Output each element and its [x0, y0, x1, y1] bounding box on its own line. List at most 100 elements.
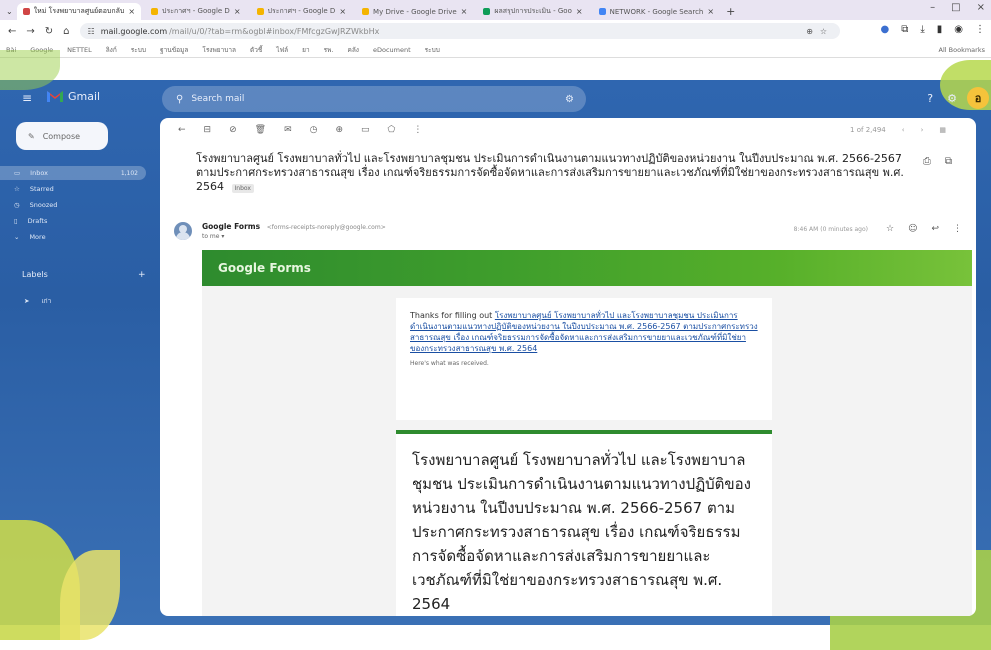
browser-toolbar-icons: ● ⧉ ⤓ ▮ ◉ ⋮: [880, 24, 985, 35]
more-vert-icon[interactable]: ⋮: [413, 125, 422, 135]
mail-toolbar: ← ⊟ ⊘ 🗑 ✉ ◷ ⊕ ▭ ⬠ ⋮ 1 of 2,494 ‹ › ▦: [160, 118, 976, 142]
move-to-icon[interactable]: ▭: [361, 125, 370, 135]
profile-dot-icon[interactable]: ●: [880, 24, 889, 35]
search-icon[interactable]: ⚲: [176, 94, 183, 105]
print-icon[interactable]: ⎙: [923, 156, 931, 167]
bookmark-item[interactable]: ระบบ: [425, 45, 440, 55]
tab-sheets[interactable]: ผลสรุปการประเมิน - Goo ×: [477, 3, 588, 20]
tab-search[interactable]: NETWORK - Google Search ×: [593, 3, 720, 20]
label-name: เก่า: [41, 297, 52, 305]
add-label-button[interactable]: +: [138, 270, 146, 280]
report-spam-icon[interactable]: ⊘: [229, 125, 237, 135]
new-tab-button[interactable]: +: [726, 5, 735, 20]
sidebar-item-label: Drafts: [27, 217, 48, 225]
url-field[interactable]: ☷ mail.google.com /mail/u/0/?tab=rm&ogbl…: [79, 23, 840, 39]
open-new-window-icon[interactable]: ⧉: [945, 156, 952, 167]
forward-icon[interactable]: →: [26, 26, 34, 37]
settings-icon[interactable]: ⚙: [947, 92, 957, 105]
bookmark-item[interactable]: ฐานข้อมูล: [160, 45, 188, 55]
all-bookmarks[interactable]: All Bookmarks: [939, 46, 985, 54]
sidebar-item-label: More: [29, 233, 46, 241]
url-host: mail.google.com: [100, 26, 168, 36]
download-icon[interactable]: ⤓: [920, 24, 924, 35]
unread-count: 1,102: [120, 169, 138, 177]
bookmark-item[interactable]: คลัง: [347, 45, 359, 55]
header-icons: ? ⚙: [927, 92, 957, 105]
minimize-button[interactable]: –: [930, 2, 935, 13]
emoji-react-icon[interactable]: ☺: [908, 224, 917, 234]
search-input[interactable]: ⚲ Search mail ⚙: [162, 86, 586, 112]
browser-tab-bar: ⌄ ใหม่ โรงพยาบาลศูนย์ตอบกลับ × ประกาศฯ -…: [0, 0, 991, 20]
close-tab-icon[interactable]: ×: [339, 7, 346, 16]
tab-doc-2[interactable]: ประกาศฯ - Google D ×: [251, 3, 353, 20]
received-note: Here's what was received.: [410, 360, 489, 367]
gmail-logo[interactable]: Gmail: [46, 89, 100, 103]
avatar[interactable]: อ: [967, 87, 989, 109]
reply-icon[interactable]: ↩: [931, 224, 939, 234]
bookmark-item[interactable]: ไฟล์: [276, 45, 288, 55]
bookmark-item[interactable]: ยา: [302, 45, 309, 55]
pager-text: 1 of 2,494: [850, 126, 886, 134]
close-tab-icon[interactable]: ×: [576, 7, 583, 16]
inbox-tag[interactable]: Inbox: [231, 184, 254, 193]
mark-unread-icon[interactable]: ✉: [284, 125, 292, 135]
site-info-icon[interactable]: ☷: [88, 27, 95, 36]
draft-icon: ▯: [14, 217, 18, 225]
prev-icon[interactable]: ‹: [902, 126, 905, 134]
details-dropdown-icon[interactable]: ▾: [221, 233, 224, 240]
sidebar-item-more[interactable]: ⌄ More: [14, 230, 154, 244]
profile-icon[interactable]: ◉: [954, 24, 963, 35]
close-tab-icon[interactable]: ×: [128, 7, 135, 16]
sidebar-item-drafts[interactable]: ▯ Drafts: [14, 214, 154, 228]
subject-icons: ⎙ ⧉: [923, 156, 952, 167]
address-bar-row: ← → ↻ ⌂ ☷ mail.google.com /mail/u/0/?tab…: [0, 20, 991, 42]
help-icon[interactable]: ?: [927, 92, 933, 105]
more-options-icon[interactable]: ⋮: [953, 224, 962, 234]
tab-search-icon[interactable]: ⌄: [6, 7, 13, 20]
sidepanel-icon[interactable]: ▮: [937, 24, 943, 35]
close-tab-icon[interactable]: ×: [707, 7, 714, 16]
tab-doc-1[interactable]: ประกาศฯ - Google D ×: [145, 3, 247, 20]
archive-icon[interactable]: ⊟: [204, 125, 212, 135]
tab-drive[interactable]: My Drive - Google Drive ×: [356, 3, 473, 20]
back-icon[interactable]: ←: [8, 26, 16, 37]
menu-kebab-icon[interactable]: ⋮: [975, 24, 985, 35]
form-title: โรงพยาบาลศูนย์ โรงพยาบาลทั่วไป และโรงพยา…: [412, 451, 752, 613]
close-window-button[interactable]: ×: [977, 2, 985, 13]
keyboard-icon[interactable]: ▦: [939, 126, 946, 134]
main-menu-icon[interactable]: ≡: [22, 91, 32, 105]
bookmark-item[interactable]: รพ.: [324, 45, 334, 55]
home-icon[interactable]: ⌂: [63, 26, 69, 37]
add-task-icon[interactable]: ⊕: [335, 125, 343, 135]
maximize-button[interactable]: □: [951, 2, 960, 13]
back-arrow-icon[interactable]: ←: [178, 125, 186, 135]
bookmark-item[interactable]: ระบบ: [131, 45, 146, 55]
label-icon[interactable]: ⬠: [388, 125, 396, 135]
extensions-icon[interactable]: ⧉: [901, 24, 908, 35]
bookmark-item[interactable]: ลิงก์: [106, 45, 117, 55]
compose-button[interactable]: ✎ Compose: [16, 122, 108, 150]
sidebar-label-item[interactable]: ➤ เก่า: [24, 296, 51, 306]
window-controls: – □ ×: [930, 2, 985, 13]
close-tab-icon[interactable]: ×: [461, 7, 468, 16]
tab-gmail[interactable]: ใหม่ โรงพยาบาลศูนย์ตอบกลับ ×: [16, 3, 142, 20]
pager: 1 of 2,494 ‹ › ▦: [850, 126, 946, 134]
next-icon[interactable]: ›: [921, 126, 924, 134]
close-tab-icon[interactable]: ×: [234, 7, 241, 16]
reload-icon[interactable]: ↻: [45, 26, 53, 37]
delete-icon[interactable]: 🗑: [255, 125, 266, 135]
sidebar-item-label: Starred: [29, 185, 54, 193]
bookmark-item[interactable]: โรงพยาบาล: [202, 45, 236, 55]
bookmark-item[interactable]: ตัวชี้: [250, 45, 262, 55]
snooze-icon[interactable]: ◷: [310, 125, 318, 135]
star-icon[interactable]: ☆: [886, 224, 894, 234]
bookmark-item[interactable]: eDocument: [373, 46, 411, 54]
bookmark-star-icon[interactable]: ☆: [820, 27, 827, 36]
sidebar-item-inbox[interactable]: ▭ Inbox 1,102: [0, 166, 146, 180]
sidebar-item-snoozed[interactable]: ◷ Snoozed: [14, 198, 154, 212]
sidebar-item-starred[interactable]: ☆ Starred: [14, 182, 154, 196]
bookmark-item[interactable]: NETTEL: [67, 46, 92, 54]
install-icon[interactable]: ⊕: [806, 27, 813, 36]
recipient-line[interactable]: to me ▾: [202, 233, 224, 240]
search-options-icon[interactable]: ⚙: [565, 94, 574, 105]
